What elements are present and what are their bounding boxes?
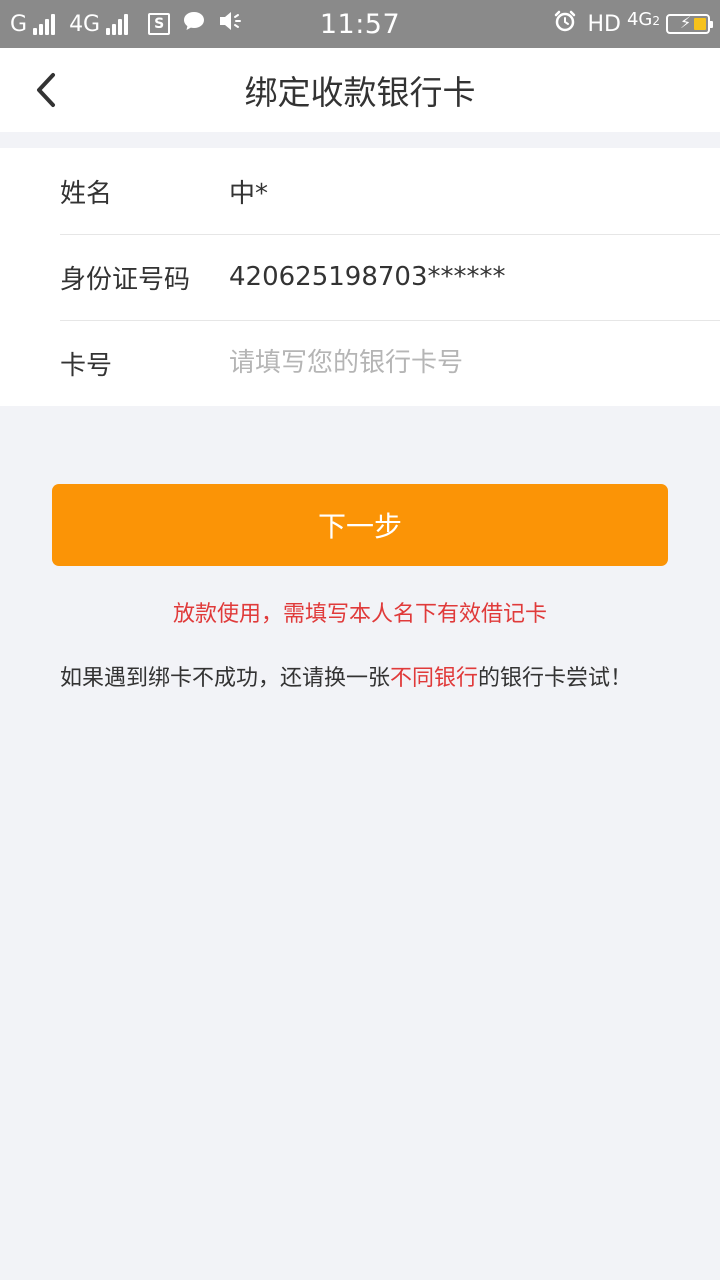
battery-icon: ⚡ xyxy=(666,13,713,34)
name-label: 姓名 xyxy=(60,178,113,209)
id-number-label: 身份证号码 xyxy=(60,264,191,295)
next-step-button[interactable]: 下一步 xyxy=(52,484,668,566)
page-title: 绑定收款银行卡 xyxy=(244,73,476,112)
sim-index: 2 xyxy=(652,13,660,28)
name-value: 中* xyxy=(229,178,269,209)
bind-failure-tip: 如果遇到绑卡不成功，还请换一张不同银行的银行卡尝试！ xyxy=(60,660,700,692)
debit-card-warning: 放款使用，需填写本人名下有效借记卡 xyxy=(172,602,547,627)
bank-card-form: 姓名 中* 身份证号码 420625198703****** 卡号 xyxy=(0,148,720,406)
status-right: HD 4G2 ⚡ xyxy=(553,0,713,48)
tip-prefix: 如果遇到绑卡不成功，还请换一张 xyxy=(60,666,391,691)
network-4g-text: 4G xyxy=(626,8,653,30)
id-number-value: 420625198703****** xyxy=(229,262,506,292)
nav-bar: 绑定收款银行卡 xyxy=(0,48,720,132)
hd-label: HD xyxy=(587,11,621,37)
form-row-id: 身份证号码 420625198703****** xyxy=(0,234,720,320)
status-bar: G 4G S 11:57 HD 4G2 ⚡ xyxy=(0,0,720,48)
form-row-card: 卡号 xyxy=(0,320,720,406)
form-row-name: 姓名 中* xyxy=(0,148,720,234)
tip-highlight: 不同银行 xyxy=(390,666,479,691)
card-number-label: 卡号 xyxy=(60,350,113,381)
back-button[interactable] xyxy=(20,64,72,116)
alarm-icon xyxy=(553,9,577,39)
card-number-input[interactable] xyxy=(229,333,689,393)
tip-suffix: 的银行卡尝试！ xyxy=(478,666,633,691)
back-chevron-icon xyxy=(37,73,55,107)
network-4g-label: 4G2 xyxy=(627,9,660,30)
